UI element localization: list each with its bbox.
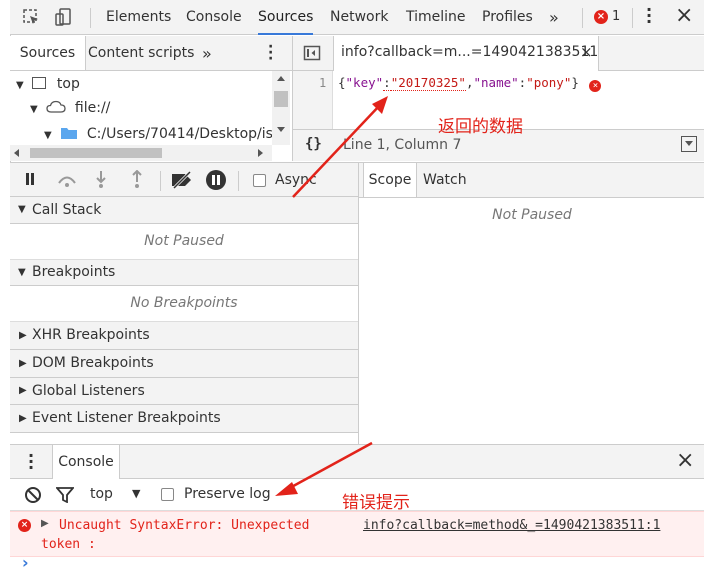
editor-tab-file[interactable]: info?callback=m...=1490421383511 × xyxy=(333,36,599,71)
breakpoints-body: No Breakpoints xyxy=(10,286,358,322)
tree-item-top[interactable]: ▼ top xyxy=(16,72,80,96)
tab-sources[interactable]: Sources xyxy=(258,0,314,35)
section-xhr-breakpoints[interactable]: ▶ XHR Breakpoints xyxy=(10,322,358,350)
error-icon: × xyxy=(18,519,31,532)
call-stack-body: Not Paused xyxy=(10,224,358,260)
horizontal-scrollbar[interactable] xyxy=(10,145,272,161)
console-error-message: × ▶ Uncaught SyntaxError: Unexpected tok… xyxy=(10,511,704,557)
section-global-listeners[interactable]: ▶ Global Listeners xyxy=(10,378,358,405)
tab-console[interactable]: Console xyxy=(186,0,242,35)
collapse-triangle-icon: ▶ xyxy=(19,385,27,396)
tab-profiles[interactable]: Profiles xyxy=(482,0,533,35)
toggle-navigator-icon[interactable] xyxy=(303,44,321,62)
step-out-icon[interactable] xyxy=(130,170,144,190)
editor-tab-label: info?callback=m...=1490421383511 xyxy=(341,44,599,60)
clear-console-icon[interactable] xyxy=(24,486,42,504)
pause-icon[interactable] xyxy=(26,173,29,185)
error-count[interactable]: 1 xyxy=(612,9,620,24)
line-number: 1 xyxy=(319,76,327,90)
error-icon[interactable]: × xyxy=(594,10,608,24)
navigator-tab-sources[interactable]: Sources xyxy=(10,36,86,70)
pause-on-exceptions-icon[interactable] xyxy=(206,170,226,190)
close-drawer-icon[interactable]: × xyxy=(676,448,694,473)
expand-triangle-icon[interactable]: ▼ xyxy=(30,98,42,122)
expand-triangle-icon[interactable]: ▼ xyxy=(16,74,28,98)
line-gutter: 1 xyxy=(293,71,333,129)
navigator-more-button[interactable]: » xyxy=(202,36,212,71)
drawer-menu-icon[interactable]: · · · xyxy=(28,448,34,476)
tab-network[interactable]: Network xyxy=(330,0,388,35)
kebab-menu-icon[interactable]: · · · xyxy=(646,2,652,30)
step-into-icon[interactable] xyxy=(94,170,108,190)
section-event-listener-breakpoints[interactable]: ▶ Event Listener Breakpoints xyxy=(10,405,358,433)
tree-item-folder[interactable]: ▼ C:/Users/70414/Desktop/is% xyxy=(44,122,286,146)
syntax-error-icon[interactable]: × xyxy=(589,80,602,92)
context-selector[interactable]: top xyxy=(90,486,113,502)
annotation-returned-data: 返回的数据 xyxy=(438,117,523,137)
expand-triangle-icon: ▼ xyxy=(18,267,26,278)
async-checkbox[interactable] xyxy=(253,173,266,188)
async-label: Async xyxy=(275,172,317,188)
navigator-tab-content-scripts[interactable]: Content scripts xyxy=(88,36,194,71)
error-source-link[interactable]: info?callback=method&_=1490421383511:1 xyxy=(363,518,660,533)
frame-icon xyxy=(32,77,47,89)
drawer-header: · · · Console × xyxy=(10,444,704,479)
preserve-log-label: Preserve log xyxy=(184,486,271,502)
toggle-debugger-sidebar-icon[interactable] xyxy=(681,136,697,152)
section-breakpoints[interactable]: ▼ Breakpoints xyxy=(10,260,358,286)
vertical-scrollbar[interactable] xyxy=(272,71,290,145)
navigator-menu-icon[interactable]: · · · xyxy=(268,40,273,66)
section-call-stack[interactable]: ▼ Call Stack xyxy=(10,197,358,224)
preserve-log-checkbox[interactable] xyxy=(161,487,174,502)
context-dropdown-icon[interactable]: ▼ xyxy=(132,487,140,500)
more-tabs-button[interactable]: » xyxy=(549,0,559,35)
error-text-line2: token : xyxy=(41,537,96,552)
tab-scope[interactable]: Scope xyxy=(363,163,417,197)
close-devtools-icon[interactable]: × xyxy=(675,3,693,28)
tab-watch[interactable]: Watch xyxy=(423,163,467,198)
collapse-triangle-icon: ▶ xyxy=(19,413,27,424)
debugger-toolbar: Async xyxy=(10,162,358,197)
tree-item-file[interactable]: ▼ file:// xyxy=(30,96,110,120)
annotation-error-hint: 错误提示 xyxy=(342,493,410,513)
close-tab-icon[interactable]: × xyxy=(580,43,593,61)
filter-icon[interactable] xyxy=(56,487,74,503)
main-toolbar: Elements Console Sources Network Timelin… xyxy=(10,0,704,35)
expand-triangle-icon: ▼ xyxy=(18,204,26,215)
collapse-triangle-icon: ▶ xyxy=(19,358,27,369)
expand-error-icon[interactable]: ▶ xyxy=(41,518,49,529)
cursor-position: Line 1, Column 7 xyxy=(343,137,462,153)
editor-tabs: info?callback=m...=1490421383511 × xyxy=(292,36,704,71)
console-prompt[interactable]: › xyxy=(10,553,704,575)
pretty-print-icon[interactable]: {} xyxy=(305,136,322,152)
cloud-icon xyxy=(46,100,67,113)
drawer-tab-console[interactable]: Console xyxy=(52,445,120,479)
file-tree: ▼ top ▼ file:// ▼ C:/Users/70414/Desktop… xyxy=(10,71,292,161)
section-dom-breakpoints[interactable]: ▶ DOM Breakpoints xyxy=(10,350,358,378)
tab-timeline[interactable]: Timeline xyxy=(406,0,466,35)
error-text-line1: Uncaught SyntaxError: Unexpected xyxy=(59,518,310,533)
tab-elements[interactable]: Elements xyxy=(106,0,171,35)
navigator-tabs: Sources Content scripts » · · · xyxy=(10,36,292,71)
code-line: {"key":"20170325","name":"pony"} × xyxy=(338,75,602,92)
prompt-chevron-icon: › xyxy=(22,553,29,572)
collapse-triangle-icon: ▶ xyxy=(19,330,27,341)
deactivate-breakpoints-icon[interactable] xyxy=(170,171,194,189)
folder-icon xyxy=(61,128,78,139)
step-over-icon[interactable] xyxy=(56,172,78,188)
scope-body: Not Paused xyxy=(492,207,572,223)
inspect-element-icon[interactable] xyxy=(22,8,40,26)
scope-pane: Scope Watch Not Paused xyxy=(358,162,704,444)
device-mode-icon[interactable] xyxy=(54,8,72,26)
scope-tabs: Scope Watch xyxy=(359,163,704,198)
